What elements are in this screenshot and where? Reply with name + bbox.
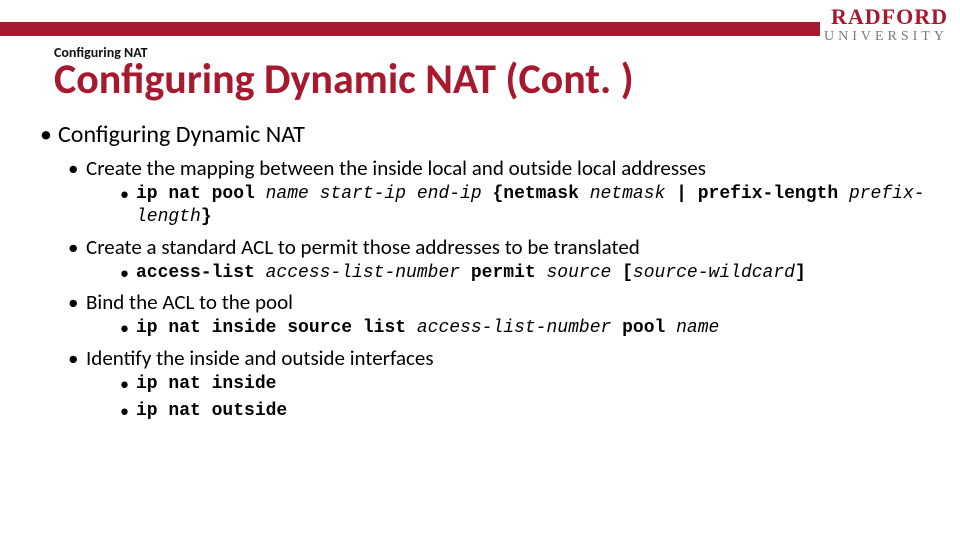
code-keyword: {netmask (492, 184, 589, 204)
bullet-level2: Create a standard ACL to permit those ad… (68, 234, 930, 260)
bullet-level2: Identify the inside and outside interfac… (68, 345, 930, 371)
logo-sub: UNIVERSITY (824, 30, 948, 44)
code-keyword: permit (471, 263, 547, 283)
code-keyword: access-list (136, 263, 266, 283)
code-line: ip nat outside (120, 400, 930, 423)
code-line: ip nat inside source list access-list-nu… (120, 317, 930, 340)
code-keyword: ] (795, 263, 806, 283)
code-keyword: ip nat inside source list (136, 318, 417, 338)
code-arg: netmask (590, 184, 676, 204)
code-line: ip nat pool name start-ip end-ip {netmas… (120, 183, 930, 230)
code-keyword: ip nat outside (136, 401, 287, 421)
code-keyword: ip nat pool (136, 184, 266, 204)
bullet-level2: Create the mapping between the inside lo… (68, 155, 930, 181)
code-keyword: [ (622, 263, 633, 283)
code-line: ip nat inside (120, 373, 930, 396)
code-keyword: pool (622, 318, 676, 338)
logo-main: RADFORD (824, 6, 948, 28)
logo: RADFORD UNIVERSITY (824, 6, 948, 44)
accent-bar (0, 22, 820, 36)
code-arg: access-list-number (266, 263, 471, 283)
code-arg: name start-ip end-ip (266, 184, 493, 204)
slide: RADFORD UNIVERSITY Configuring NAT Confi… (0, 0, 960, 540)
code-arg: source (546, 263, 622, 283)
code-arg: name (676, 318, 719, 338)
code-keyword: | prefix-length (676, 184, 849, 204)
code-arg: source-wildcard (633, 263, 795, 283)
code-line: access-list access-list-number permit so… (120, 262, 930, 285)
slide-title: Configuring Dynamic NAT (Cont. ) (54, 58, 634, 102)
bullet-level2: Bind the ACL to the pool (68, 289, 930, 315)
code-keyword: } (201, 207, 212, 227)
code-arg: access-list-number (417, 318, 622, 338)
code-keyword: ip nat inside (136, 374, 276, 394)
slide-body: Configuring Dynamic NAT Create the mappi… (40, 120, 930, 427)
bullet-level1: Configuring Dynamic NAT (40, 120, 930, 149)
